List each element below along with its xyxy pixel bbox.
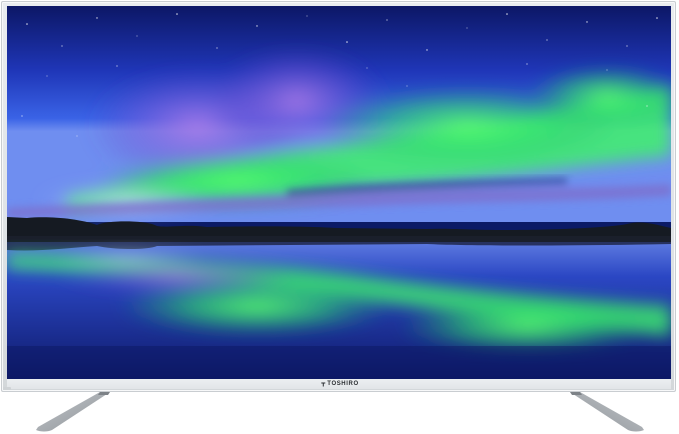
brand-logo: TOSHIRO	[320, 380, 358, 389]
brand-mark-icon	[320, 382, 325, 387]
product-photo: TOSHIRO	[0, 0, 679, 434]
brand-name: TOSHIRO	[327, 381, 359, 387]
aurora-landscape-image	[7, 6, 671, 379]
stand-leg-left	[34, 390, 114, 434]
stand-leg-right	[566, 390, 646, 434]
power-indicator	[3, 387, 11, 390]
tv-screen	[7, 6, 671, 379]
